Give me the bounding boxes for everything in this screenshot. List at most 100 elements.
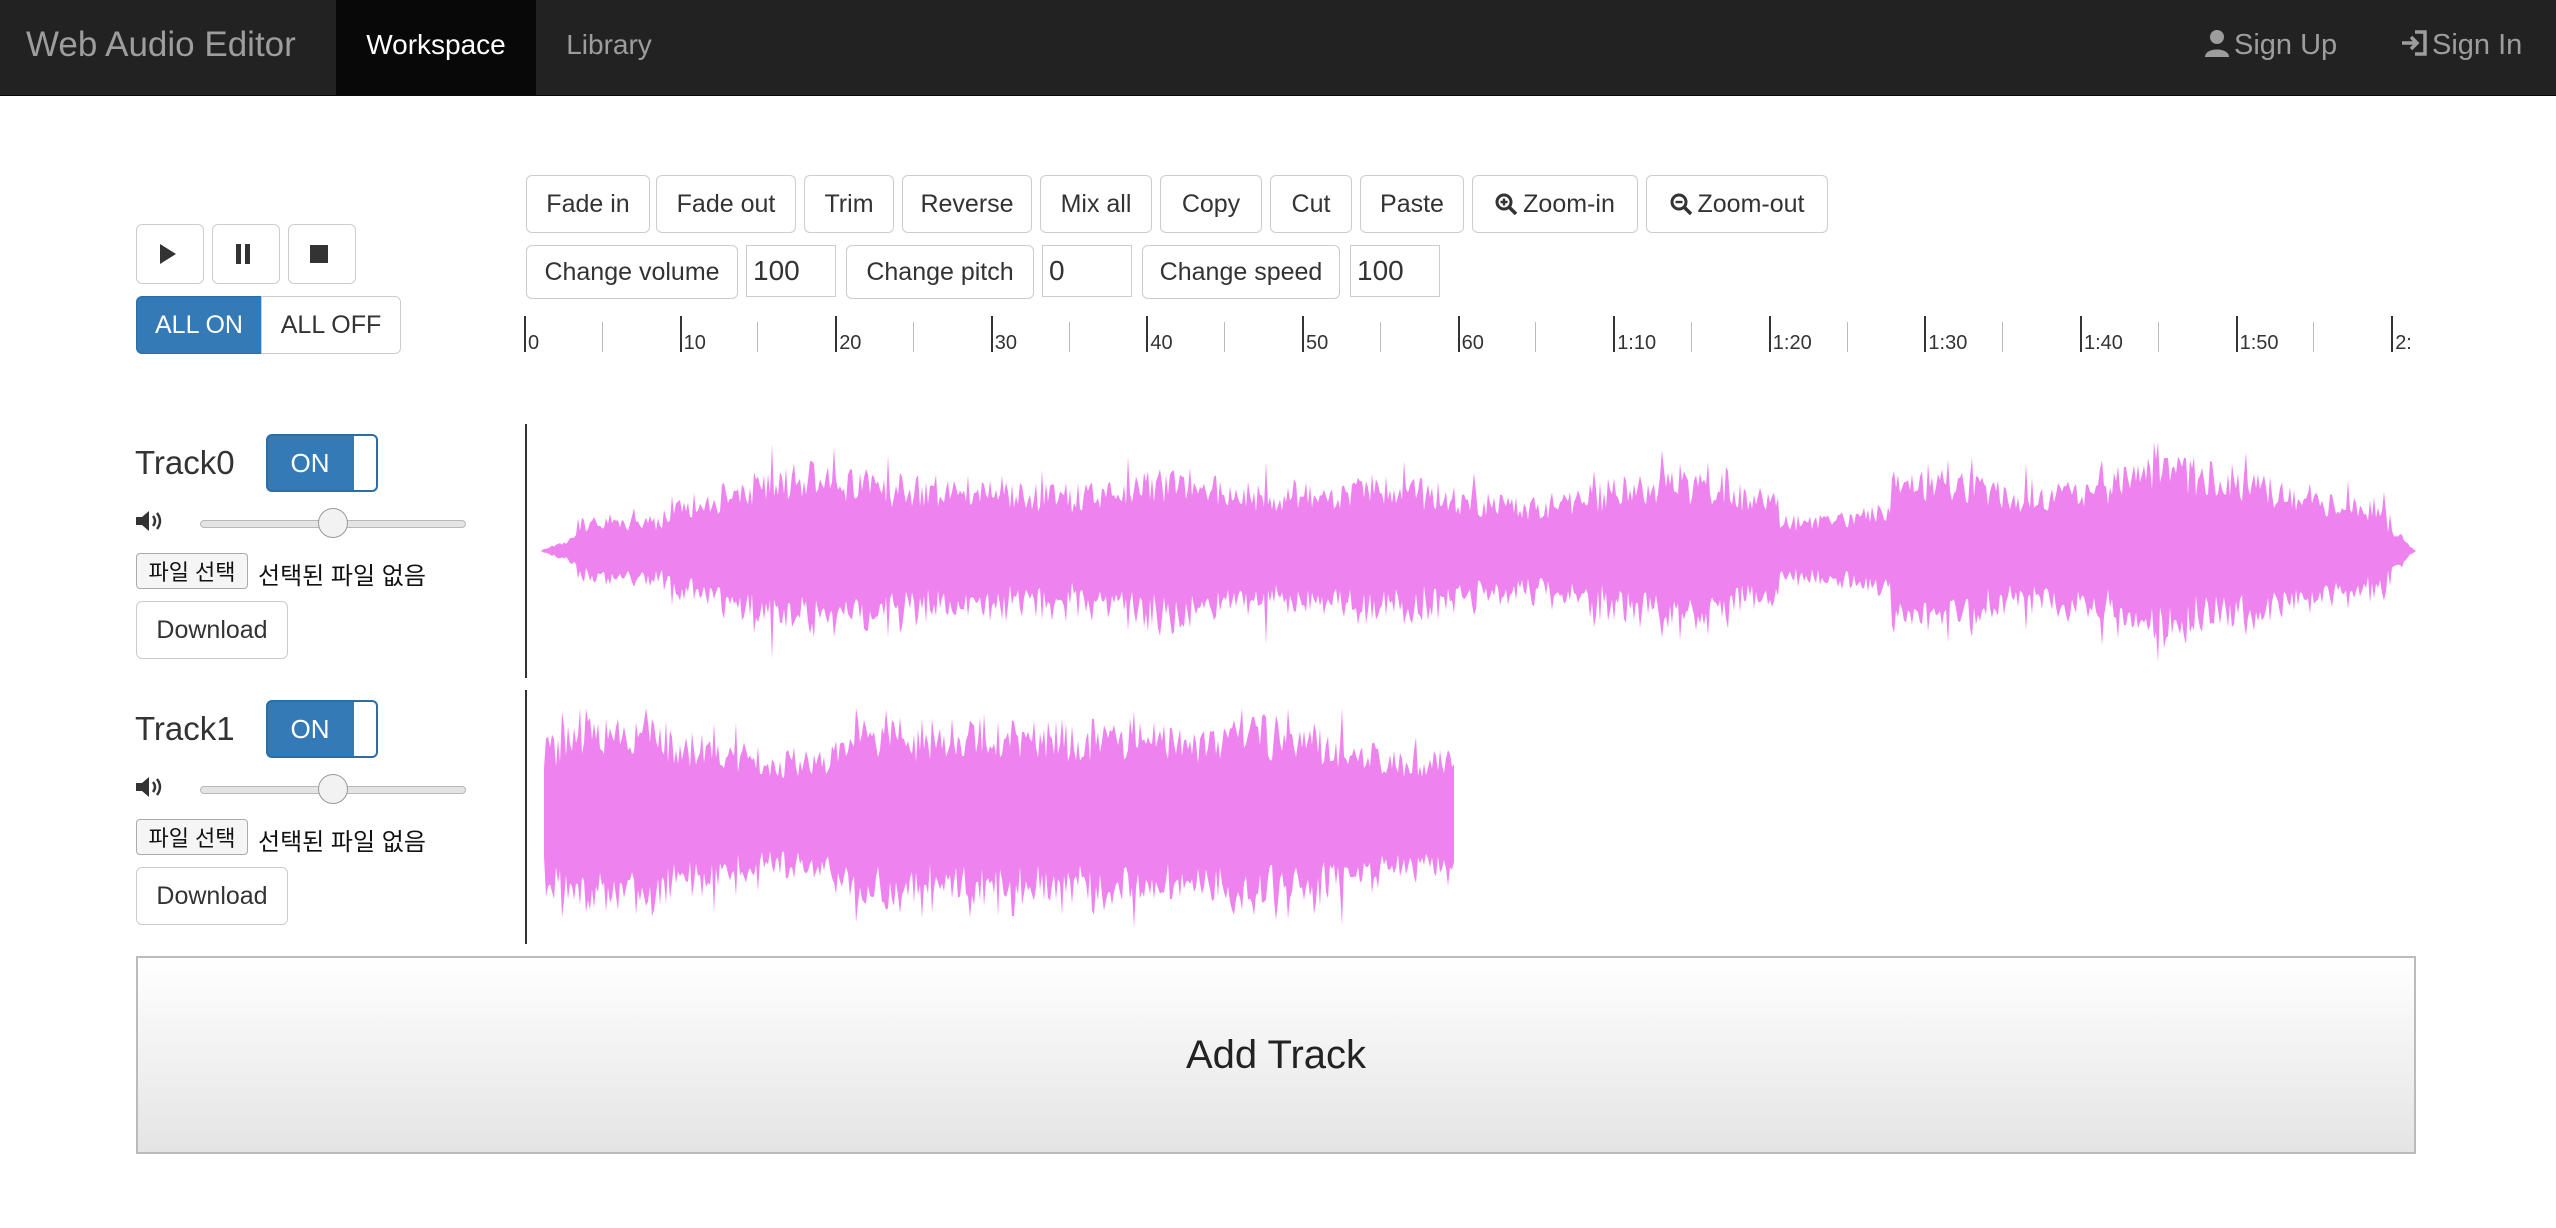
timeline-minor-tick: [913, 322, 914, 352]
copy-button[interactable]: Copy: [1160, 175, 1262, 233]
timeline-major-tick: [679, 316, 682, 352]
timeline-major-tick: [2391, 316, 2394, 352]
volume-icon: [136, 777, 162, 797]
track-1-volume-thumb[interactable]: [318, 774, 348, 804]
play-button[interactable]: [136, 224, 204, 284]
timeline-minor-tick: [1691, 322, 1692, 352]
add-track-button[interactable]: Add Track: [136, 956, 2416, 1154]
tab-workspace[interactable]: Workspace: [336, 0, 536, 95]
all-on-button[interactable]: ALL ON: [136, 296, 262, 354]
timeline-major-tick: [1768, 316, 1771, 352]
fade-in-button[interactable]: Fade in: [526, 175, 650, 233]
change-pitch-button[interactable]: Change pitch: [846, 245, 1034, 299]
sign-in-label: Sign In: [2432, 29, 2523, 61]
reverse-button[interactable]: Reverse: [902, 175, 1032, 233]
volume-icon: [136, 511, 162, 531]
timeline-major-tick: [1302, 316, 1304, 352]
timeline-minor-tick: [2157, 322, 2159, 352]
track-0-start-line: [525, 424, 527, 678]
timeline-major-tick: [524, 316, 526, 352]
tab-library[interactable]: Library: [536, 0, 682, 95]
stop-icon: [310, 245, 328, 263]
speed-input[interactable]: 100: [1350, 245, 1440, 297]
zoom-in-label: Zoom-in: [1523, 189, 1615, 218]
cut-button[interactable]: Cut: [1270, 175, 1352, 233]
track-1-toggle[interactable]: ON: [266, 700, 378, 758]
timeline-label: 1:20: [1772, 332, 1812, 354]
brand-title[interactable]: Web Audio Editor: [26, 0, 296, 95]
change-volume-button[interactable]: Change volume: [526, 245, 738, 299]
timeline-major-tick: [2080, 316, 2082, 352]
timeline-label: 2:: [2395, 332, 2412, 354]
mix-all-button[interactable]: Mix all: [1040, 175, 1152, 233]
all-off-button[interactable]: ALL OFF: [261, 296, 401, 354]
trim-button[interactable]: Trim: [804, 175, 894, 233]
timeline-major-tick: [1924, 316, 1927, 352]
timeline-major-tick: [1457, 316, 1460, 352]
timeline-label: 30: [994, 332, 1018, 354]
timeline-minor-tick: [1535, 322, 1537, 352]
timeline-major-tick: [835, 316, 838, 352]
timeline-label: 1:30: [1928, 332, 1968, 354]
timeline-minor-tick: [1068, 322, 1070, 352]
play-icon: [160, 244, 176, 264]
zoom-out-label: Zoom-out: [1697, 189, 1805, 218]
fade-out-button[interactable]: Fade out: [656, 175, 796, 233]
zoom-out-button[interactable]: Zoom-out: [1646, 175, 1828, 233]
timeline-label: 1:40: [2084, 332, 2123, 354]
track-1-toggle-handle: [354, 702, 376, 756]
track-0-file-status: 선택된 파일 없음: [258, 563, 426, 590]
timeline-minor-tick: [757, 322, 759, 352]
volume-input[interactable]: 100: [746, 245, 836, 297]
track-1-file-button[interactable]: 파일 선택: [136, 819, 248, 855]
stop-button[interactable]: [288, 224, 356, 284]
track-0-download-button[interactable]: Download: [136, 601, 288, 659]
track-1-start-line: [525, 690, 527, 944]
track-0-title: Track0: [135, 444, 235, 481]
log-in-icon: [2402, 30, 2427, 56]
timeline-minor-tick: [1224, 322, 1226, 352]
timeline-label: 1:50: [2239, 332, 2279, 354]
timeline-label: 10: [683, 332, 706, 354]
pause-icon: [236, 244, 250, 264]
change-speed-button[interactable]: Change speed: [1142, 245, 1340, 299]
timeline-major-tick: [990, 316, 993, 352]
timeline-major-tick: [1146, 316, 1149, 352]
track-1-waveform[interactable]: [544, 706, 1454, 928]
timeline-label: 40: [1150, 332, 1173, 354]
timeline-label: 0: [528, 332, 540, 354]
track-0-waveform[interactable]: [540, 440, 2416, 662]
timeline-minor-tick: [1379, 322, 1381, 352]
timeline-label: 20: [839, 332, 862, 354]
track-0-toggle[interactable]: ON: [266, 434, 378, 492]
track-1-file-status: 선택된 파일 없음: [258, 829, 426, 856]
timeline-minor-tick: [2313, 322, 2315, 352]
zoom-in-button[interactable]: Zoom-in: [1472, 175, 1638, 233]
pitch-input[interactable]: 0: [1042, 245, 1132, 297]
track-0-toggle-label: ON: [290, 448, 330, 478]
track-0-file-button[interactable]: 파일 선택: [136, 553, 248, 589]
track-1-title: Track1: [135, 710, 235, 747]
timeline-ruler[interactable]: 0 10 20 30 40 50 60 1:10 1:20 1:30 1:40 1:50 2:: [524, 312, 2416, 354]
user-icon: [2205, 30, 2229, 57]
sign-in-link[interactable]: Sign In: [2400, 0, 2522, 95]
timeline-minor-tick: [601, 322, 603, 352]
pause-button[interactable]: [212, 224, 280, 284]
sign-up-label: Sign Up: [2234, 29, 2338, 61]
sign-up-link[interactable]: Sign Up: [2204, 0, 2337, 95]
timeline-major-tick: [2235, 316, 2238, 352]
track-0-volume-thumb[interactable]: [318, 508, 348, 538]
timeline-label: 60: [1461, 332, 1484, 354]
timeline-label: 1:10: [1617, 332, 1657, 354]
zoom-in-icon: [1495, 193, 1518, 215]
navbar: Web Audio Editor Workspace Library Sign …: [0, 0, 2556, 96]
track-0-toggle-handle: [354, 436, 376, 490]
zoom-out-icon: [1670, 193, 1692, 215]
timeline-minor-tick: [1846, 322, 1848, 352]
timeline-minor-tick: [2002, 322, 2004, 352]
paste-button[interactable]: Paste: [1360, 175, 1464, 233]
timeline-major-tick: [1613, 316, 1616, 352]
track-1-toggle-label: ON: [290, 714, 330, 744]
track-1-download-button[interactable]: Download: [136, 867, 288, 925]
timeline-label: 50: [1306, 332, 1329, 354]
